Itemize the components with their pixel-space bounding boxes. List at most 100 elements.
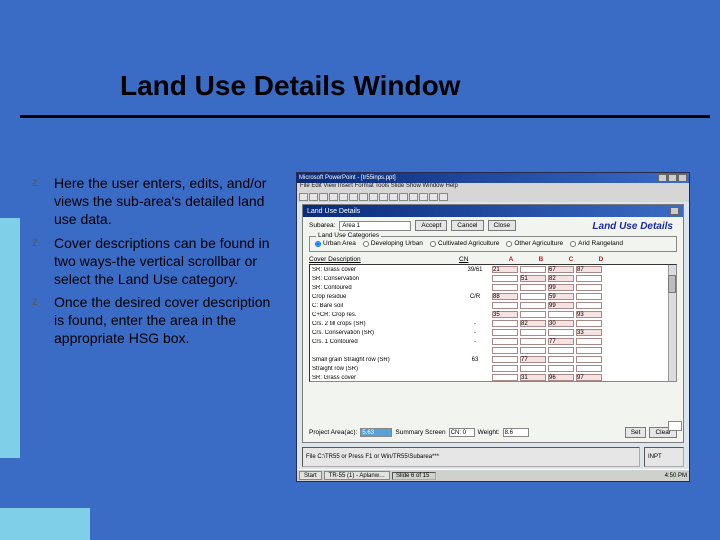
maximize-icon[interactable] bbox=[668, 174, 677, 182]
hsg-input[interactable] bbox=[520, 338, 546, 345]
hsg-input[interactable]: 93 bbox=[576, 311, 602, 318]
hsg-input[interactable]: 88 bbox=[492, 293, 518, 300]
hsg-input[interactable]: 82 bbox=[548, 275, 574, 282]
tool-icon[interactable] bbox=[389, 193, 398, 201]
hsg-input[interactable] bbox=[576, 365, 602, 372]
table-row[interactable]: C+CR: Crop res.3593 bbox=[310, 310, 676, 319]
hsg-input[interactable]: 87 bbox=[576, 266, 602, 273]
table-row[interactable]: SR: Contoured99 bbox=[310, 283, 676, 292]
hsg-input[interactable] bbox=[492, 356, 518, 363]
cancel-button[interactable]: Cancel bbox=[451, 220, 483, 231]
tool-icon[interactable] bbox=[419, 193, 428, 201]
table-row[interactable]: SR: Grass cover319697 bbox=[310, 373, 676, 382]
tool-icon[interactable] bbox=[429, 193, 438, 201]
hsg-input[interactable] bbox=[520, 329, 546, 336]
hsg-input[interactable] bbox=[520, 302, 546, 309]
hsg-input[interactable] bbox=[520, 347, 546, 354]
hsg-input[interactable] bbox=[520, 293, 546, 300]
hsg-input[interactable]: 31 bbox=[520, 374, 546, 381]
hsg-input[interactable] bbox=[492, 302, 518, 309]
hsg-input[interactable] bbox=[520, 365, 546, 372]
hsg-input[interactable]: 51 bbox=[520, 275, 546, 282]
hsg-input[interactable]: 97 bbox=[576, 374, 602, 381]
radio-developing[interactable]: Developing Urban bbox=[363, 240, 423, 247]
hsg-input[interactable] bbox=[576, 320, 602, 327]
radio-cultivated[interactable]: Cultivated Agriculture bbox=[430, 240, 499, 247]
hsg-input[interactable] bbox=[492, 374, 518, 381]
hsg-input[interactable] bbox=[492, 275, 518, 282]
hsg-input[interactable]: 99 bbox=[548, 284, 574, 291]
tool-icon[interactable] bbox=[329, 193, 338, 201]
table-row[interactable] bbox=[310, 346, 676, 355]
hsg-input[interactable] bbox=[492, 338, 518, 345]
hsg-input[interactable]: 21 bbox=[492, 266, 518, 273]
minimize-icon[interactable] bbox=[658, 174, 667, 182]
set-button[interactable]: Set bbox=[625, 427, 647, 438]
tool-icon[interactable] bbox=[339, 193, 348, 201]
hsg-input[interactable] bbox=[492, 284, 518, 291]
hsg-input[interactable] bbox=[576, 302, 602, 309]
hsg-input[interactable] bbox=[492, 347, 518, 354]
hsg-input[interactable] bbox=[548, 365, 574, 372]
tool-icon[interactable] bbox=[439, 193, 448, 201]
close-button[interactable]: Close bbox=[488, 220, 517, 231]
scrollbar-thumb[interactable] bbox=[668, 275, 676, 293]
tool-icon[interactable] bbox=[319, 193, 328, 201]
tool-icon[interactable] bbox=[299, 193, 308, 201]
tool-icon[interactable] bbox=[409, 193, 418, 201]
proj-area-value[interactable]: 5.63 bbox=[360, 428, 392, 437]
hsg-input[interactable] bbox=[548, 347, 574, 354]
hsg-input[interactable]: 77 bbox=[548, 338, 574, 345]
accept-button[interactable]: Accept bbox=[415, 220, 447, 231]
hsg-input[interactable] bbox=[576, 347, 602, 354]
hsg-input[interactable] bbox=[576, 293, 602, 300]
table-row[interactable]: C: Bare soil99 bbox=[310, 301, 676, 310]
task-item[interactable]: TR-55 (1) - Aplanw… bbox=[324, 471, 390, 480]
table-row[interactable]: Crs. 1 Contoured-77 bbox=[310, 337, 676, 346]
hsg-input[interactable]: 99 bbox=[548, 302, 574, 309]
hsg-input[interactable] bbox=[548, 329, 574, 336]
helper-icon[interactable] bbox=[668, 421, 682, 431]
hsg-input[interactable]: 35 bbox=[492, 311, 518, 318]
hsg-input[interactable]: 82 bbox=[520, 320, 546, 327]
tool-icon[interactable] bbox=[379, 193, 388, 201]
hsg-input[interactable] bbox=[492, 320, 518, 327]
table-row[interactable]: Crs. 2 till crops (SR)-8230 bbox=[310, 319, 676, 328]
table-row[interactable]: Straight row (SR) bbox=[310, 364, 676, 373]
dialog-close-icon[interactable] bbox=[670, 207, 679, 215]
tool-icon[interactable] bbox=[399, 193, 408, 201]
tool-icon[interactable] bbox=[309, 193, 318, 201]
hsg-input[interactable]: 67 bbox=[548, 266, 574, 273]
hsg-input[interactable] bbox=[576, 275, 602, 282]
hsg-input[interactable] bbox=[520, 266, 546, 273]
subarea-combo[interactable]: Area 1 bbox=[339, 221, 411, 231]
radio-other-ag[interactable]: Other Agriculture bbox=[506, 240, 563, 247]
hsg-input[interactable] bbox=[576, 284, 602, 291]
hsg-input[interactable]: 59 bbox=[548, 293, 574, 300]
hsg-input[interactable] bbox=[548, 311, 574, 318]
close-icon[interactable] bbox=[678, 174, 687, 182]
menubar[interactable]: File Edit View Insert Format Tools Slide… bbox=[297, 183, 689, 192]
hsg-input[interactable] bbox=[492, 365, 518, 372]
table-row[interactable]: SR: Conservation5182 bbox=[310, 274, 676, 283]
radio-urban[interactable]: Urban Area bbox=[315, 240, 356, 247]
start-button[interactable]: Start bbox=[299, 471, 322, 480]
hsg-input[interactable]: 96 bbox=[548, 374, 574, 381]
table-row[interactable]: Crs. Conservation (SR)-33 bbox=[310, 328, 676, 337]
hsg-input[interactable]: 33 bbox=[576, 329, 602, 336]
hsg-input[interactable] bbox=[576, 356, 602, 363]
table-row[interactable]: Crop residueC/R8859 bbox=[310, 292, 676, 301]
radio-arid[interactable]: Arid Rangeland bbox=[570, 240, 623, 247]
hsg-input[interactable] bbox=[548, 356, 574, 363]
hsg-input[interactable] bbox=[576, 338, 602, 345]
tool-icon[interactable] bbox=[349, 193, 358, 201]
cover-listbox[interactable]: SR: Grass cover39/61216787SR: Conservati… bbox=[309, 264, 677, 382]
tool-icon[interactable] bbox=[369, 193, 378, 201]
hsg-input[interactable]: 77 bbox=[520, 356, 546, 363]
table-row[interactable]: SR: Grass cover39/61216787 bbox=[310, 265, 676, 274]
hsg-input[interactable]: 30 bbox=[548, 320, 574, 327]
hsg-input[interactable] bbox=[492, 329, 518, 336]
tool-icon[interactable] bbox=[359, 193, 368, 201]
hsg-input[interactable] bbox=[520, 311, 546, 318]
table-row[interactable]: Small grain Straight row (SR)6377 bbox=[310, 355, 676, 364]
